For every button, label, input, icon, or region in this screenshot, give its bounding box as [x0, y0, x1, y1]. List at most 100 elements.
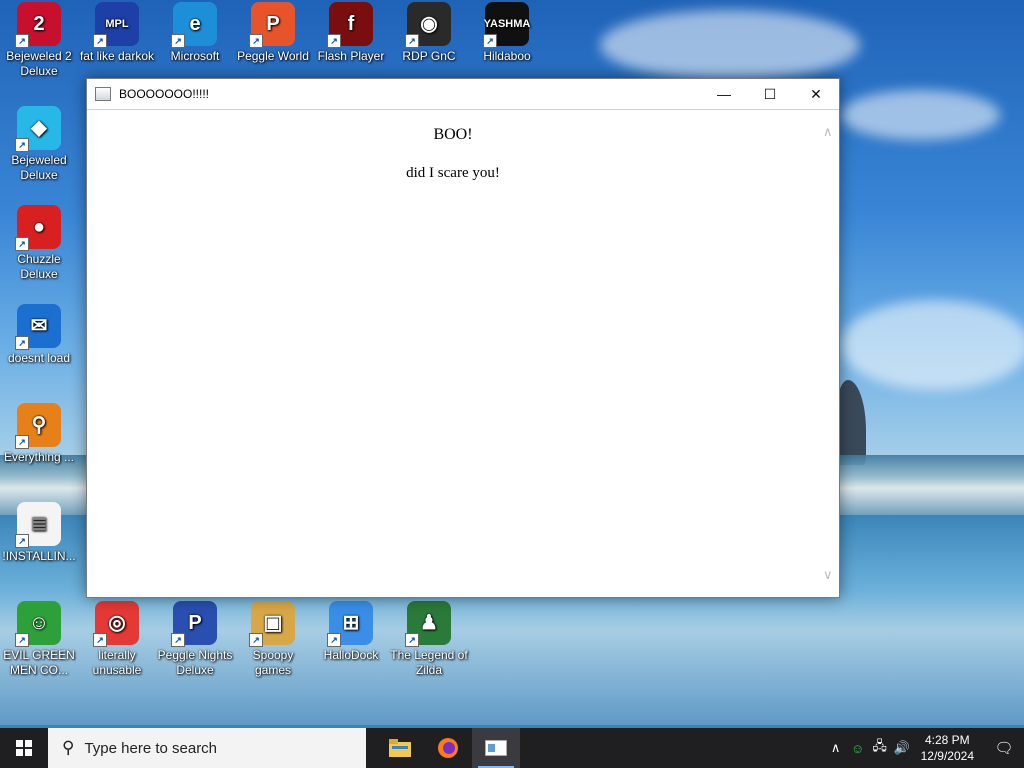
shortcut-icon: P ↗ — [249, 2, 295, 48]
desktop-icon-label: literally unusable — [92, 648, 142, 677]
shortcut-arrow-icon: ↗ — [249, 633, 263, 647]
scroll-up-icon[interactable]: ∧ — [823, 124, 833, 140]
desktop-icon[interactable]: ⚲ ↗ Everything ... — [0, 403, 78, 465]
taskbar-firefox[interactable] — [424, 728, 472, 768]
desktop-icon-label: Hildaboo — [483, 49, 531, 63]
windows-logo-icon — [16, 740, 32, 756]
notifications-icon[interactable]: 🗨 — [984, 739, 1024, 757]
desktop-icon[interactable]: ◎ ↗ literally unusable — [78, 601, 156, 678]
scroll-down-icon[interactable]: ∨ — [823, 567, 833, 583]
rock — [836, 380, 866, 465]
close-button[interactable]: ✕ — [793, 79, 839, 109]
shortcut-arrow-icon: ↗ — [171, 34, 185, 48]
desktop-icon-label: HalloDock — [323, 648, 379, 662]
taskbar-search-box[interactable]: ⚲ Type here to search — [48, 728, 366, 768]
network-icon[interactable]: 🖧 — [869, 737, 891, 759]
clock[interactable]: 4:28 PM 12/9/2024 — [921, 732, 974, 764]
shortcut-arrow-icon: ↗ — [327, 633, 341, 647]
desktop-icon-label: Peggle World — [237, 49, 309, 63]
window-app-icon — [95, 87, 111, 101]
shortcut-icon: ⊞ ↗ — [327, 601, 373, 647]
title-bar[interactable]: BOOOOOOO!!!!! — ☐ ✕ — [87, 79, 839, 110]
cloud — [600, 10, 860, 80]
shortcut-arrow-icon: ↗ — [15, 34, 29, 48]
desktop-icon[interactable]: ≣ ↗ !INSTALLIN... — [0, 502, 78, 564]
shortcut-icon: ☺ ↗ — [15, 601, 61, 647]
desktop-icon[interactable]: YASHMA ↗ Hildaboo — [468, 2, 546, 64]
shortcut-arrow-icon: ↗ — [15, 534, 29, 548]
desktop-icon[interactable]: 2 ↗ Bejeweled 2 Deluxe — [0, 2, 78, 79]
desktop-icon[interactable]: ✉ ↗ doesnt load — [0, 304, 78, 366]
shortcut-icon: 2 ↗ — [15, 2, 61, 48]
desktop-icon-label: Spoopy games — [252, 648, 294, 677]
desktop-icon-label: RDP GnC — [402, 49, 456, 63]
system-tray: ∧ ☺ 🖧 🔊 4:28 PM 12/9/2024 🗨 — [825, 732, 1024, 764]
shortcut-arrow-icon: ↗ — [93, 633, 107, 647]
window-app-icon — [485, 740, 507, 756]
taskbar: ⚲ Type here to search ∧ ☺ 🖧 🔊 4:28 PM 12… — [0, 728, 1024, 768]
shortcut-arrow-icon: ↗ — [405, 633, 419, 647]
shortcut-arrow-icon: ↗ — [93, 34, 107, 48]
shortcut-icon: ⚲ ↗ — [15, 403, 61, 449]
shortcut-arrow-icon: ↗ — [15, 237, 29, 251]
taskbar-boo-window[interactable] — [472, 728, 520, 768]
volume-icon[interactable]: 🔊 — [891, 740, 913, 756]
shortcut-icon: ♟ ↗ — [405, 601, 451, 647]
boo-heading: BOO! — [433, 126, 473, 143]
desktop-icon-label: Bejeweled 2 Deluxe — [6, 49, 72, 78]
desktop-icon-label: EVIL GREEN MEN CO... — [3, 648, 75, 677]
taskbar-file-explorer[interactable] — [376, 728, 424, 768]
desktop-icon[interactable]: ♟ ↗ The Legend of Zilda — [390, 601, 468, 678]
shortcut-icon: ◉ ↗ — [405, 2, 451, 48]
desktop-icon[interactable]: P ↗ Peggle World — [234, 2, 312, 64]
desktop-icon[interactable]: ▣ ↗ Spoopy games — [234, 601, 312, 678]
shortcut-icon: ✉ ↗ — [15, 304, 61, 350]
desktop-icon[interactable]: ☺ ↗ EVIL GREEN MEN CO... — [0, 601, 78, 678]
desktop-icon[interactable]: ◆ ↗ Bejeweled Deluxe — [0, 106, 78, 183]
desktop-icon[interactable]: P ↗ Peggle Nights Deluxe — [156, 601, 234, 678]
search-icon: ⚲ — [62, 738, 75, 757]
desktop-icon-label: fat like darkok — [79, 49, 155, 63]
search-placeholder: Type here to search — [84, 739, 218, 757]
firefox-icon — [438, 738, 458, 758]
desktop-icon[interactable]: ● ↗ Chuzzle Deluxe — [0, 205, 78, 282]
desktop-icon[interactable]: e ↗ Microsoft — [156, 2, 234, 64]
desktop-icon-label: doesnt load — [7, 351, 71, 365]
shortcut-icon: ◆ ↗ — [15, 106, 61, 152]
desktop-icon-label: Flash Player — [317, 49, 385, 63]
shortcut-arrow-icon: ↗ — [405, 34, 419, 48]
desktop-icon-label: Chuzzle Deluxe — [17, 252, 61, 281]
shortcut-icon: e ↗ — [171, 2, 217, 48]
shortcut-arrow-icon: ↗ — [15, 138, 29, 152]
shortcut-icon: f ↗ — [327, 2, 373, 48]
desktop-icon[interactable]: MPL ↗ fat like darkok — [78, 2, 156, 64]
start-button[interactable] — [0, 728, 48, 768]
desktop-icon[interactable]: ◉ ↗ RDP GnC — [390, 2, 468, 64]
minimize-button[interactable]: — — [701, 79, 747, 109]
cloud — [840, 90, 1000, 140]
shortcut-arrow-icon: ↗ — [15, 336, 29, 350]
shortcut-arrow-icon: ↗ — [483, 34, 497, 48]
shortcut-arrow-icon: ↗ — [15, 633, 29, 647]
boo-window[interactable]: BOOOOOOO!!!!! — ☐ ✕ BOO! did I scare you… — [86, 78, 840, 598]
shortcut-arrow-icon: ↗ — [15, 435, 29, 449]
desktop-icon-label: Everything ... — [3, 450, 75, 464]
folder-icon — [389, 739, 411, 757]
shortcut-icon: YASHMA ↗ — [483, 2, 530, 48]
shortcut-arrow-icon: ↗ — [327, 34, 341, 48]
tray-chevron-icon[interactable]: ∧ — [825, 740, 847, 756]
shortcut-icon: MPL ↗ — [93, 2, 139, 48]
desktop-icon-label: Microsoft — [170, 49, 220, 63]
desktop-icon[interactable]: ⊞ ↗ HalloDock — [312, 601, 390, 663]
window-title: BOOOOOOO!!!!! — [119, 87, 210, 101]
tray-green-men-icon[interactable]: ☺ — [847, 741, 869, 756]
scare-text: did I scare you! — [406, 165, 500, 181]
maximize-button[interactable]: ☐ — [747, 79, 793, 109]
vertical-scrollbar[interactable]: ∧ ∨ — [819, 110, 839, 597]
desktop-icon[interactable]: f ↗ Flash Player — [312, 2, 390, 64]
desktop-icon-label: Peggle Nights Deluxe — [157, 648, 233, 677]
shortcut-icon: ● ↗ — [15, 205, 61, 251]
shortcut-arrow-icon: ↗ — [249, 34, 263, 48]
clock-time: 4:28 PM — [924, 733, 970, 747]
desktop-icon-label: The Legend of Zilda — [390, 648, 468, 677]
